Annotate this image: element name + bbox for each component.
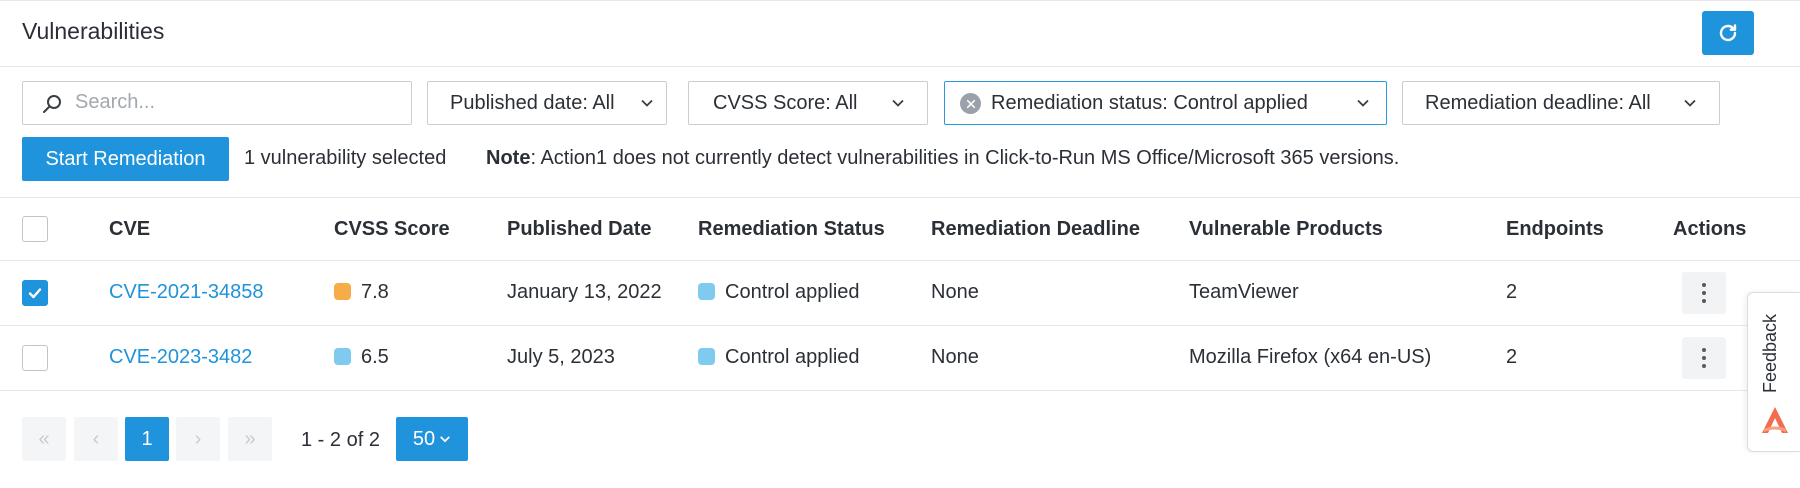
- column-header-cve[interactable]: CVE: [109, 218, 150, 241]
- row-checkbox[interactable]: [22, 280, 48, 306]
- published-date-filter[interactable]: Published date: All: [427, 81, 667, 125]
- cvss-score-value: 6.5: [361, 346, 389, 368]
- prev-page-button[interactable]: ‹: [74, 417, 118, 461]
- endpoint-count: 2: [1506, 281, 1518, 303]
- feedback-logo-icon: [1762, 407, 1788, 433]
- cvss-score: 7.8: [334, 281, 389, 304]
- column-header-cvss[interactable]: CVSS Score: [334, 218, 450, 241]
- remediation-status-value: Control applied: [725, 346, 860, 368]
- more-vertical-icon: [1702, 283, 1706, 287]
- page-title: Vulnerabilities: [22, 18, 165, 44]
- cvss-score: 6.5: [334, 346, 389, 369]
- endpoint-count: 2: [1506, 346, 1518, 368]
- chevron-down-icon: [1684, 99, 1696, 107]
- cve-link[interactable]: CVE-2021-34858: [109, 281, 264, 304]
- note-label: Note: [486, 147, 531, 169]
- remediation-status: Control applied: [698, 346, 860, 369]
- remediation-status-filter-label: Remediation status: Control applied: [991, 91, 1308, 114]
- column-header-status[interactable]: Remediation Status: [698, 218, 885, 241]
- column-header-endpoints[interactable]: Endpoints: [1506, 218, 1604, 241]
- chevron-down-icon: [440, 436, 451, 443]
- column-header-products[interactable]: Vulnerable Products: [1189, 218, 1383, 241]
- search-input[interactable]: [75, 91, 395, 114]
- status-swatch: [698, 348, 715, 365]
- page-button-current[interactable]: 1: [125, 417, 169, 461]
- more-vertical-icon: [1702, 348, 1706, 352]
- chevron-down-icon: [1357, 99, 1369, 107]
- column-header-deadline[interactable]: Remediation Deadline: [931, 218, 1140, 241]
- clear-filter-icon[interactable]: [960, 93, 981, 114]
- remediation-deadline: None: [931, 281, 979, 303]
- start-remediation-button[interactable]: Start Remediation: [22, 137, 229, 181]
- published-date-filter-label: Published date: All: [450, 91, 615, 114]
- remediation-deadline-filter-label: Remediation deadline: All: [1425, 91, 1651, 114]
- panel-header: Vulnerabilities: [0, 1, 1800, 67]
- pagination: « ‹ 1 › » 1 - 2 of 2 50: [0, 401, 1800, 488]
- remediation-status-filter[interactable]: Remediation status: Control applied: [944, 81, 1387, 125]
- status-swatch: [698, 283, 715, 300]
- chevron-down-icon: [892, 99, 904, 107]
- refresh-button[interactable]: [1702, 11, 1754, 55]
- remediation-deadline: None: [931, 346, 979, 368]
- vulnerable-product: TeamViewer: [1189, 281, 1299, 303]
- published-date: January 13, 2022: [507, 281, 662, 303]
- column-header-published[interactable]: Published Date: [507, 218, 651, 241]
- table-row[interactable]: CVE-2021-34858 7.8 January 13, 2022 Cont…: [0, 261, 1800, 326]
- cve-link[interactable]: CVE-2023-3482: [109, 346, 252, 369]
- row-checkbox[interactable]: [22, 345, 48, 371]
- note-body: : Action1 does not currently detect vuln…: [530, 147, 1400, 169]
- refresh-icon: [1719, 24, 1737, 42]
- search-icon: [43, 95, 61, 113]
- cvss-score-filter-label: CVSS Score: All: [713, 91, 858, 114]
- last-page-button[interactable]: »: [228, 417, 272, 461]
- cvss-score-value: 7.8: [361, 281, 389, 303]
- selection-count: 1 vulnerability selected: [244, 147, 447, 169]
- feedback-label: Feedback: [1760, 313, 1780, 393]
- remediation-status: Control applied: [698, 281, 860, 304]
- vulnerable-product: Mozilla Firefox (x64 en-US): [1189, 346, 1432, 368]
- per-page-select[interactable]: 50: [396, 417, 468, 461]
- search-box: [22, 81, 412, 125]
- first-page-button[interactable]: «: [22, 417, 66, 461]
- cvss-score-filter[interactable]: CVSS Score: All: [688, 81, 928, 125]
- check-icon: [28, 288, 42, 299]
- severity-swatch: [334, 348, 351, 365]
- severity-swatch: [334, 283, 351, 300]
- chevron-down-icon: [641, 99, 653, 107]
- vulnerabilities-panel: Vulnerabilities Published date: All CVSS…: [0, 0, 1800, 488]
- select-all-checkbox[interactable]: [22, 216, 48, 242]
- table-row[interactable]: CVE-2023-3482 6.5 July 5, 2023 Control a…: [0, 326, 1800, 391]
- column-header-actions: Actions: [1673, 218, 1747, 240]
- row-actions-button[interactable]: [1682, 337, 1726, 379]
- feedback-tab[interactable]: Feedback: [1747, 292, 1800, 452]
- per-page-value: 50: [412, 427, 436, 450]
- published-date: July 5, 2023: [507, 346, 615, 368]
- next-page-button[interactable]: ›: [176, 417, 220, 461]
- page-range: 1 - 2 of 2: [301, 429, 380, 451]
- remediation-deadline-filter[interactable]: Remediation deadline: All: [1402, 81, 1720, 125]
- note-text: Note: Action1 does not currently detect …: [486, 147, 1399, 170]
- remediation-status-value: Control applied: [725, 281, 860, 303]
- row-actions-button[interactable]: [1682, 272, 1726, 314]
- table-header: CVE CVSS Score Published Date Remediatio…: [0, 197, 1800, 261]
